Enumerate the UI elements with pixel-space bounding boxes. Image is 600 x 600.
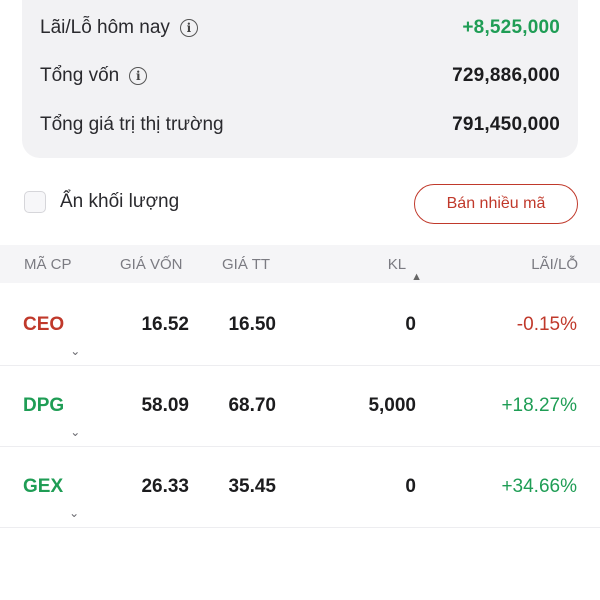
portfolio-summary-card: Lãi/Lỗ hôm nay i +8,525,000 Tổng vốn i 7… — [22, 0, 578, 158]
quantity: 5,000 — [368, 395, 416, 416]
header-qty-sort[interactable]: KL ▲︎ — [387, 256, 422, 283]
cost-price: 58.09 — [141, 395, 189, 416]
capital-row: Tổng vốn i 729,886,000 — [40, 61, 560, 91]
info-icon[interactable]: i — [179, 19, 198, 37]
table-row[interactable]: CEO ⌄ 16.52 16.50 0 -0.15% — [0, 284, 600, 366]
profit-loss-percent: +18.27% — [501, 395, 577, 416]
sort-icon: ▲︎ — [411, 271, 422, 283]
market-value-label: Tổng giá trị thị trường — [40, 114, 224, 135]
quantity: 0 — [405, 314, 416, 335]
stock-code[interactable]: DPG ⌄ — [23, 395, 80, 439]
pl-today-row: Lãi/Lỗ hôm nay i +8,525,000 — [40, 13, 560, 43]
stock-code[interactable]: CEO ⌄ — [23, 314, 80, 358]
market-value-row: Tổng giá trị thị trường 791,450,000 — [40, 110, 560, 140]
info-icon[interactable]: i — [129, 67, 148, 85]
header-price: GIÁ TT — [222, 256, 271, 273]
header-pl: LÃI/LỖ — [531, 256, 578, 273]
capital-value: 729,886,000 — [452, 65, 560, 86]
table-row[interactable]: GEX ⌄ 26.33 35.45 0 +34.66% — [0, 446, 600, 528]
market-price: 16.50 — [228, 314, 276, 335]
market-value-value: 791,450,000 — [452, 114, 560, 135]
hide-volume-toggle[interactable]: Ẩn khối lượng — [24, 191, 179, 213]
table-header: MÃ CP GIÁ VỐN GIÁ TT KL ▲︎ LÃI/LỖ — [0, 245, 600, 283]
market-price: 68.70 — [228, 395, 276, 416]
table-row[interactable]: DPG ⌄ 58.09 68.70 5,000 +18.27% — [0, 365, 600, 447]
pl-today-value: +8,525,000 — [462, 17, 560, 38]
chevron-down-icon: ⌄ — [70, 344, 81, 358]
profit-loss-percent: +34.66% — [501, 476, 577, 497]
stock-code[interactable]: GEX ⌄ — [23, 476, 79, 520]
chevron-down-icon: ⌄ — [69, 506, 80, 520]
capital-label: Tổng vốn — [40, 65, 120, 86]
pl-today-label: Lãi/Lỗ hôm nay — [40, 17, 170, 38]
cost-price: 16.52 — [141, 314, 189, 335]
profit-loss-percent: -0.15% — [516, 314, 577, 335]
header-code: MÃ CP — [24, 256, 72, 273]
cost-price: 26.33 — [141, 476, 189, 497]
header-cost: GIÁ VỐN — [120, 256, 183, 273]
controls-bar: Ẩn khối lượng Bán nhiều mã — [24, 184, 578, 224]
header-qty: KL — [387, 256, 407, 273]
quantity: 0 — [405, 476, 416, 497]
chevron-down-icon: ⌄ — [70, 425, 81, 439]
hide-volume-label: Ẩn khối lượng — [60, 191, 180, 212]
market-price: 35.45 — [228, 476, 276, 497]
hide-volume-checkbox[interactable] — [24, 191, 46, 213]
sell-multiple-button[interactable]: Bán nhiều mã — [414, 184, 578, 224]
